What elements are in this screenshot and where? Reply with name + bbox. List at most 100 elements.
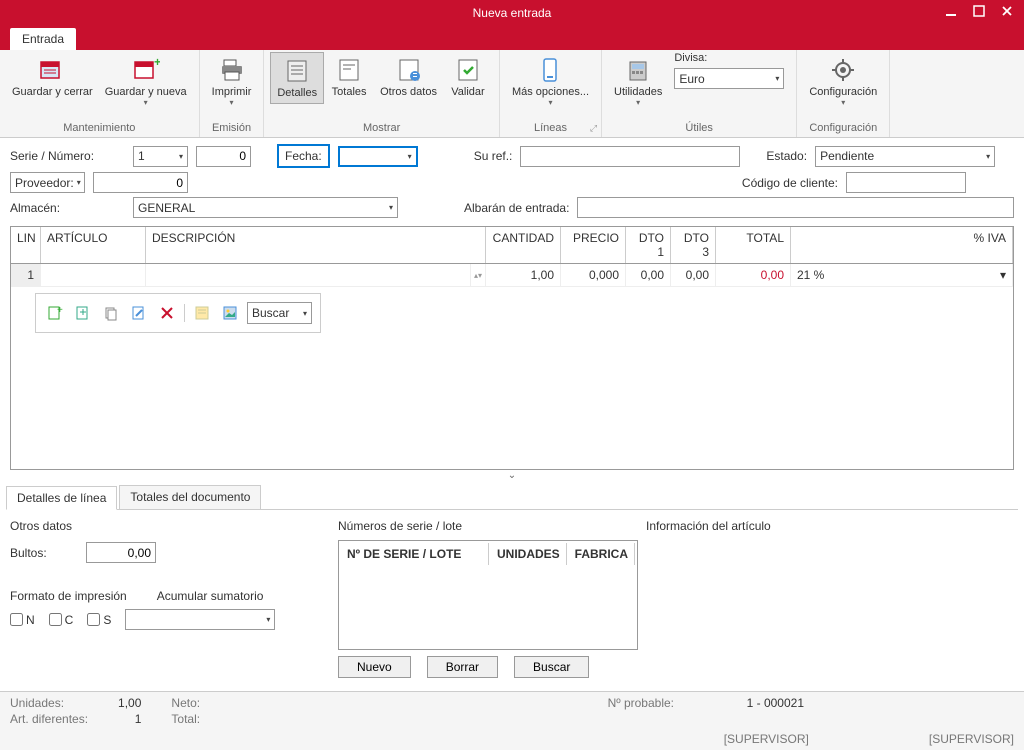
codigo-cliente-label: Código de cliente:	[742, 176, 838, 190]
detail-tabs: Detalles de línea Totales del documento	[6, 485, 1018, 510]
fecha-input[interactable]: ▾	[338, 146, 418, 167]
notes-icon[interactable]	[191, 302, 213, 324]
guardar-nueva-button[interactable]: + Guardar y nueva ▾	[99, 52, 193, 111]
ribbon-group-emision: Emisión	[200, 120, 264, 137]
chevron-down-icon: ▾	[636, 98, 640, 107]
ribbon: Guardar y cerrar + Guardar y nueva ▾ Man…	[0, 50, 1024, 138]
close-button[interactable]	[994, 0, 1020, 22]
albaran-label: Albarán de entrada:	[464, 201, 569, 215]
bultos-label: Bultos:	[10, 546, 80, 560]
details-panels: Otros datos Bultos: Formato de impresión…	[0, 510, 1024, 688]
mas-opciones-button[interactable]: Más opciones... ▾	[506, 52, 595, 111]
probable-value: 1 - 000021	[704, 696, 804, 726]
lines-grid: LIN ARTÍCULO DESCRIPCIÓN CANTIDAD PRECIO…	[10, 226, 1014, 470]
supervisor-2: [SUPERVISOR]	[929, 732, 1014, 746]
su-ref-label: Su ref.:	[474, 149, 513, 163]
new-line-icon[interactable]: +	[44, 302, 66, 324]
proveedor-input[interactable]	[93, 172, 188, 193]
delete-line-icon[interactable]	[156, 302, 178, 324]
chevron-down-icon: ▾	[841, 98, 845, 107]
col-precio: PRECIO	[561, 227, 626, 263]
chevron-down-icon: ▾	[144, 98, 148, 107]
copy-line-icon[interactable]	[100, 302, 122, 324]
numero-input[interactable]	[196, 146, 251, 167]
albaran-input[interactable]	[577, 197, 1014, 218]
detalles-button[interactable]: Detalles	[270, 52, 324, 104]
supervisor-1: [SUPERVISOR]	[724, 732, 809, 746]
serial-title: Números de serie / lote	[338, 516, 638, 536]
formato-impresion-label: Formato de impresión	[10, 589, 127, 603]
serial-table: Nº DE SERIE / LOTE UNIDADES FABRICA	[338, 540, 638, 650]
window-title: Nueva entrada	[473, 6, 552, 20]
chevron-down-icon: ▾	[548, 98, 552, 107]
minimize-button[interactable]	[938, 0, 964, 22]
col-articulo: ARTÍCULO	[41, 227, 146, 263]
acumular-select[interactable]: ▾	[125, 609, 275, 630]
ribbon-group-configuracion: Configuración	[797, 120, 889, 137]
su-ref-input[interactable]	[520, 146, 740, 167]
desc-spinner[interactable]: ▴▾	[471, 264, 486, 286]
table-row[interactable]: 1 ▴▾ 1,00 0,000 0,00 0,00 0,00 21 %▾	[11, 264, 1013, 287]
unidades-value: 1,00	[118, 696, 141, 710]
buscar-button[interactable]: Buscar	[514, 656, 589, 678]
edit-line-icon[interactable]	[128, 302, 150, 324]
col-serie-lote: Nº DE SERIE / LOTE	[341, 543, 489, 565]
probable-label: Nº probable:	[608, 696, 674, 710]
tab-entrada[interactable]: Entrada	[10, 28, 76, 50]
statusbar: Unidades: Art. diferentes: 1,00 1 Neto: …	[0, 691, 1024, 750]
chevron-down-icon: ▾	[1000, 268, 1006, 282]
guardar-cerrar-button[interactable]: Guardar y cerrar	[6, 52, 99, 102]
ribbon-group-utiles: Útiles	[602, 120, 796, 137]
collapse-handle[interactable]: ⌄	[0, 470, 1024, 481]
validar-button[interactable]: Validar	[443, 52, 493, 102]
total-label: Total:	[171, 712, 200, 726]
estado-select[interactable]: Pendiente▾	[815, 146, 995, 167]
header-form: Serie / Número: 1▾ Fecha: ▾ Su ref.: Est…	[0, 138, 1024, 224]
ribbon-group-mantenimiento: Mantenimiento	[0, 120, 199, 137]
utilidades-button[interactable]: Utilidades ▾	[608, 52, 668, 111]
chk-s[interactable]: S	[87, 613, 111, 627]
proveedor-label-combo[interactable]: Proveedor:▾	[10, 172, 85, 193]
borrar-button[interactable]: Borrar	[427, 656, 498, 678]
otros-datos-button[interactable]: Otros datos	[374, 52, 443, 102]
chk-c[interactable]: C	[49, 613, 74, 627]
tab-totales-documento[interactable]: Totales del documento	[119, 485, 261, 509]
col-fabrica: FABRICA	[569, 543, 635, 565]
divisa-select[interactable]: Euro▾	[674, 68, 784, 89]
col-dto1: DTO 1	[626, 227, 671, 263]
col-lin: LIN	[11, 227, 41, 263]
almacen-select[interactable]: GENERAL▾	[133, 197, 398, 218]
buscar-combo[interactable]: Buscar▾	[247, 302, 312, 324]
bultos-input[interactable]	[86, 542, 156, 563]
info-articulo-title: Información del artículo	[646, 516, 1014, 536]
imprimir-button[interactable]: Imprimir ▾	[206, 52, 258, 111]
col-iva: % IVA	[791, 227, 1013, 263]
nuevo-button[interactable]: Nuevo	[338, 656, 411, 678]
insert-line-icon[interactable]	[72, 302, 94, 324]
codigo-cliente-input[interactable]	[846, 172, 966, 193]
grid-toolbar: + Buscar▾	[35, 293, 321, 333]
titlebar: Nueva entrada	[0, 0, 1024, 26]
chk-n[interactable]: N	[10, 613, 35, 627]
chevron-down-icon: ▾	[229, 98, 233, 107]
art-dif-label: Art. diferentes:	[10, 712, 88, 726]
ribbon-group-mostrar: Mostrar	[264, 120, 499, 137]
unidades-label: Unidades:	[10, 696, 64, 710]
configuracion-button[interactable]: Configuración ▾	[803, 52, 883, 111]
fecha-label: Fecha:	[277, 144, 330, 168]
col-dto3: DTO 3	[671, 227, 716, 263]
ribbon-group-lineas: Líneas⤢	[500, 120, 601, 137]
maximize-button[interactable]	[966, 0, 992, 22]
art-dif-value: 1	[118, 712, 141, 726]
col-unidades: UNIDADES	[491, 543, 567, 565]
svg-text:+: +	[154, 56, 160, 69]
acumular-label: Acumular sumatorio	[157, 589, 264, 603]
tab-detalles-linea[interactable]: Detalles de línea	[6, 486, 117, 510]
estado-label: Estado:	[766, 149, 807, 163]
divisa-label: Divisa:	[674, 52, 707, 64]
serie-combo[interactable]: 1▾	[133, 146, 188, 167]
totales-button[interactable]: Totales	[324, 52, 374, 102]
serie-numero-label: Serie / Número:	[10, 149, 125, 163]
col-cantidad: CANTIDAD	[486, 227, 561, 263]
image-icon[interactable]	[219, 302, 241, 324]
